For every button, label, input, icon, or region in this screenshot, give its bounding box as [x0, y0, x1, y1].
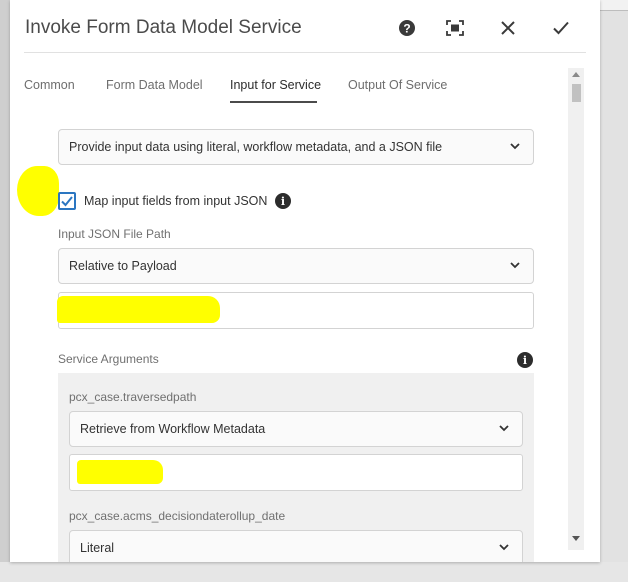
- argument-source-select-value: Retrieve from Workflow Metadata: [80, 422, 266, 436]
- svg-text:?: ?: [403, 22, 410, 36]
- dialog: Invoke Form Data Model Service ? Common …: [10, 0, 600, 562]
- header-divider: [24, 52, 586, 53]
- background-strip: [0, 562, 628, 582]
- input-mode-select-value: Provide input data using literal, workfl…: [69, 140, 443, 154]
- argument-source-select[interactable]: Retrieve from Workflow Metadata: [69, 411, 523, 447]
- argument-name-label: pcx_case.acms_decisiondaterollup_date: [69, 509, 286, 523]
- help-icon[interactable]: ?: [393, 14, 421, 42]
- tab-form-data-model[interactable]: Form Data Model: [106, 78, 203, 92]
- highlight-mark: [77, 460, 163, 484]
- close-icon[interactable]: [494, 14, 522, 42]
- dialog-title: Invoke Form Data Model Service: [25, 17, 302, 38]
- background-toolbar-edge: [598, 0, 628, 11]
- highlight-mark: [17, 166, 59, 216]
- background-panel: [600, 0, 628, 582]
- map-input-checkbox[interactable]: [58, 192, 76, 210]
- scrollbar-thumb[interactable]: [572, 84, 581, 102]
- fullscreen-icon[interactable]: [441, 14, 469, 42]
- active-tab-indicator: [230, 101, 317, 103]
- tab-input-for-service[interactable]: Input for Service: [230, 78, 321, 92]
- tab-common[interactable]: Common: [24, 78, 75, 92]
- argument-name-label: pcx_case.traversedpath: [69, 390, 197, 404]
- json-path-label: Input JSON File Path: [58, 227, 171, 241]
- scroll-down-arrow-icon[interactable]: [572, 536, 580, 541]
- scroll-up-arrow-icon[interactable]: [572, 72, 580, 77]
- scrollbar[interactable]: [568, 68, 584, 550]
- checkmark-icon: [61, 196, 73, 207]
- map-input-checkbox-label[interactable]: Map input fields from input JSON: [84, 194, 267, 208]
- argument-source-select[interactable]: Literal: [69, 530, 523, 562]
- info-icon[interactable]: i: [517, 352, 533, 368]
- highlight-mark: [57, 296, 220, 323]
- service-arguments-panel: pcx_case.traversedpath Retrieve from Wor…: [58, 373, 534, 562]
- chevron-down-icon: [510, 143, 520, 150]
- argument-source-select-value: Literal: [80, 541, 115, 555]
- input-mode-select[interactable]: Provide input data using literal, workfl…: [58, 129, 534, 165]
- chevron-down-icon: [510, 262, 520, 269]
- checkmark-icon[interactable]: [547, 14, 575, 42]
- chevron-down-icon: [499, 425, 509, 432]
- json-path-select[interactable]: Relative to Payload: [58, 248, 534, 284]
- json-path-select-value: Relative to Payload: [69, 259, 177, 273]
- chevron-down-icon: [499, 544, 509, 551]
- service-arguments-label: Service Arguments: [58, 352, 159, 366]
- info-icon[interactable]: i: [275, 193, 291, 209]
- tab-output-of-service[interactable]: Output Of Service: [348, 78, 447, 92]
